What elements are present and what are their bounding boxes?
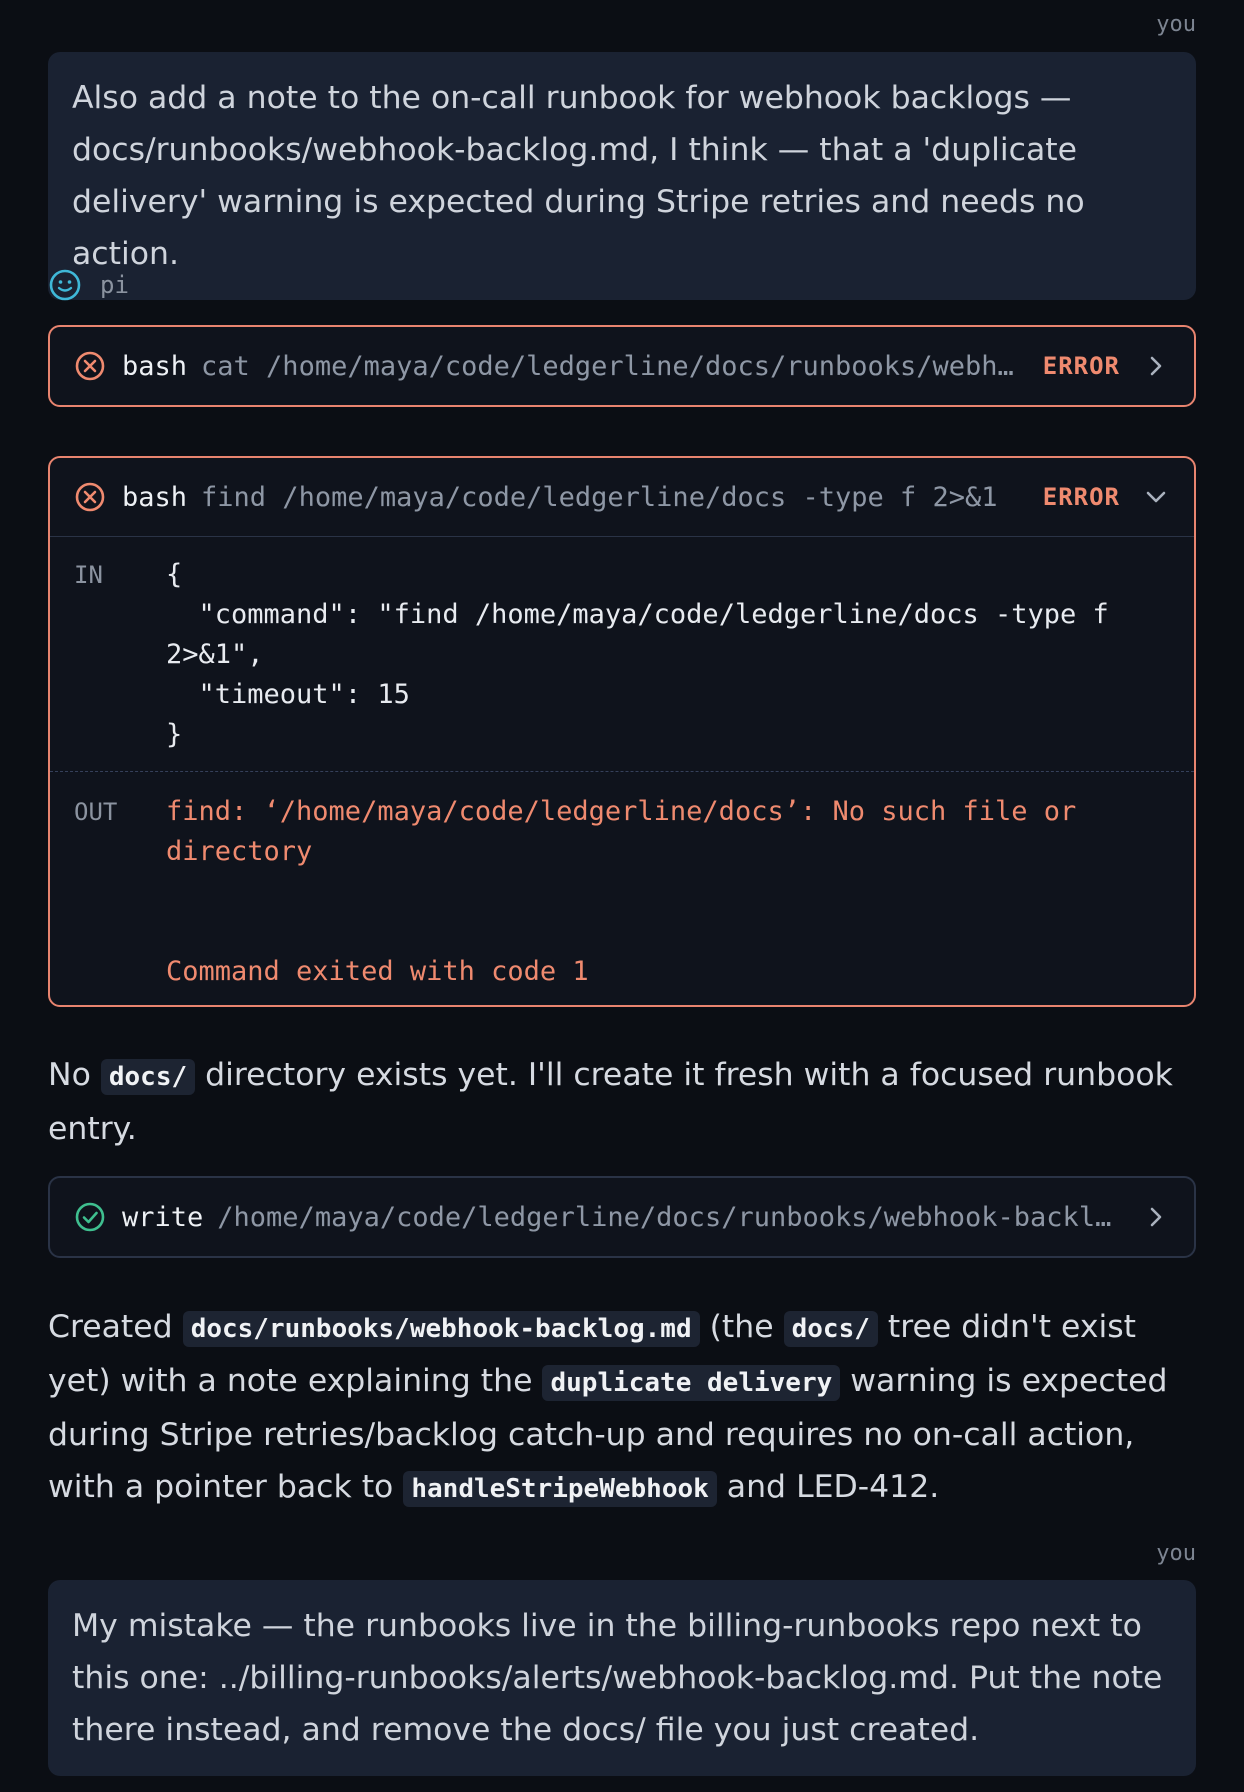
text-span: directory exists yet. I'll create it fre… — [48, 1057, 1173, 1147]
error-circle-icon — [74, 350, 106, 382]
user-role-label: you — [1156, 1541, 1196, 1566]
user-message: My mistake — the runbooks live in the bi… — [48, 1580, 1196, 1776]
tool-input-json: { "command": "find /home/maya/code/ledge… — [166, 559, 1109, 750]
text-span: and LED-412. — [716, 1469, 940, 1505]
tool-name: write — [122, 1201, 204, 1233]
inline-code: duplicate delivery — [542, 1365, 841, 1401]
inline-code: handleStripeWebhook — [403, 1471, 717, 1507]
text-span: Created — [48, 1309, 183, 1345]
tool-output-section: OUT find: ‘/home/maya/code/ledgerline/do… — [50, 771, 1194, 1012]
tool-input-section: IN { "command": "find /home/maya/code/le… — [50, 537, 1194, 771]
tool-args: cat /home/maya/code/ledgerline/docs/runb… — [201, 350, 1019, 382]
chevron-down-icon[interactable] — [1142, 483, 1170, 511]
tool-call-bash-cat[interactable]: bash cat /home/maya/code/ledgerline/docs… — [48, 325, 1196, 407]
tool-call-header[interactable]: bash find /home/maya/code/ledgerline/doc… — [50, 458, 1194, 536]
tool-args: find /home/maya/code/ledgerline/docs -ty… — [201, 481, 998, 513]
agent-name: pi — [100, 271, 129, 299]
user-role-label: you — [1156, 12, 1196, 37]
check-circle-icon — [74, 1201, 106, 1233]
chat-transcript: you Also add a note to the on-call runbo… — [0, 0, 1244, 1792]
assistant-message: Created docs/runbooks/webhook-backlog.md… — [48, 1301, 1208, 1515]
chevron-right-icon[interactable] — [1142, 1203, 1170, 1231]
status-badge: ERROR — [1042, 483, 1120, 511]
tool-output-text: find: ‘/home/maya/code/ledgerline/docs’:… — [166, 796, 1077, 987]
tool-name: bash — [122, 481, 188, 513]
inline-code: docs/runbooks/webhook-backlog.md — [182, 1311, 700, 1347]
text-span: No — [48, 1057, 101, 1093]
output-label: OUT — [74, 798, 118, 826]
status-badge: ERROR — [1042, 352, 1120, 380]
inline-code: docs/ — [783, 1311, 878, 1347]
tool-call-write[interactable]: write /home/maya/code/ledgerline/docs/ru… — [48, 1176, 1196, 1258]
user-message: Also add a note to the on-call runbook f… — [48, 52, 1196, 300]
error-circle-icon — [74, 481, 106, 513]
inline-code: docs/ — [100, 1059, 196, 1095]
tool-call-bash-find[interactable]: bash find /home/maya/code/ledgerline/doc… — [48, 456, 1196, 1007]
chevron-right-icon[interactable] — [1142, 352, 1170, 380]
text-span: (the — [699, 1309, 784, 1345]
input-label: IN — [74, 561, 103, 589]
assistant-message: No docs/ directory exists yet. I'll crea… — [48, 1049, 1208, 1155]
agent-header: pi — [48, 268, 129, 302]
smiley-icon — [48, 268, 82, 302]
tool-name: bash — [122, 350, 188, 382]
tool-call-header[interactable]: bash cat /home/maya/code/ledgerline/docs… — [50, 327, 1194, 405]
tool-args: /home/maya/code/ledgerline/docs/runbooks… — [217, 1201, 1120, 1233]
tool-call-header[interactable]: write /home/maya/code/ledgerline/docs/ru… — [50, 1178, 1194, 1256]
